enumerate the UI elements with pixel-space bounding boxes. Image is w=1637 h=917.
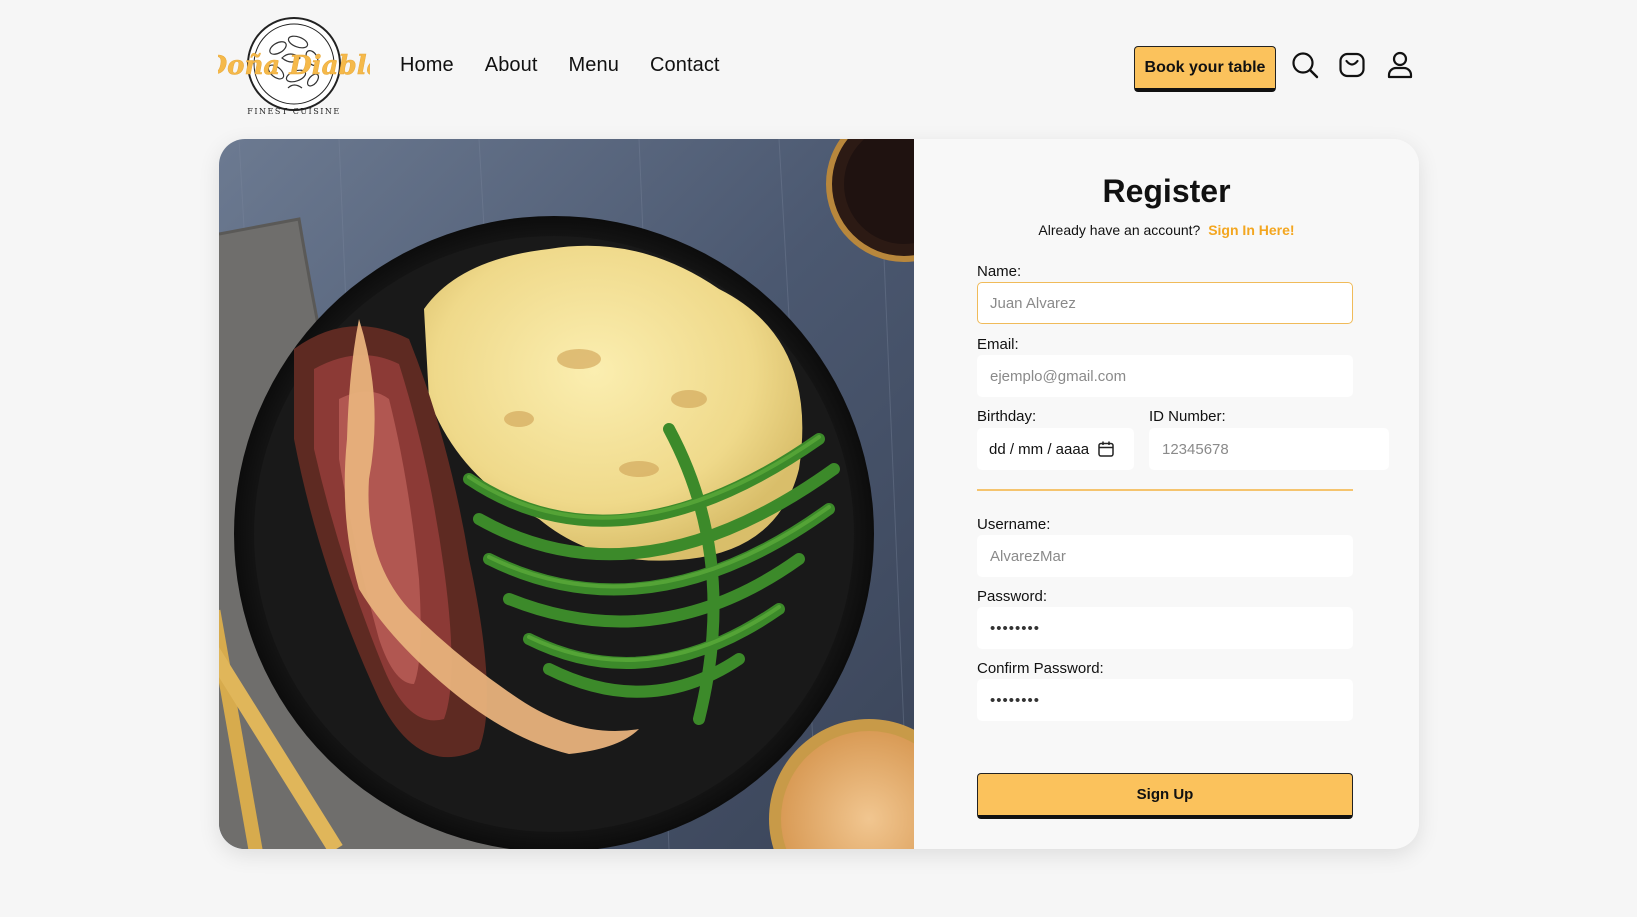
main-nav: Home About Menu Contact [400,54,751,77]
register-form: Register Already have an account? Sign I… [914,139,1419,849]
signin-link[interactable]: Sign In Here! [1208,222,1294,238]
username-label: Username: [977,516,1051,533]
email-input[interactable] [977,355,1353,397]
already-account-text: Already have an account? [1038,222,1201,238]
logo-wordmark: Doña Diabla [218,51,370,81]
password-input[interactable] [977,607,1353,649]
calendar-icon[interactable] [1097,440,1115,458]
nav-menu[interactable]: Menu [569,54,619,77]
nav-home[interactable]: Home [400,54,454,77]
id-number-input[interactable] [1149,428,1389,470]
id-number-label: ID Number: [1149,408,1226,425]
page-title: Register [1102,173,1231,209]
birthday-input[interactable]: dd / mm / aaaa [977,428,1134,470]
search-icon[interactable] [1290,50,1320,80]
nav-about[interactable]: About [485,54,538,77]
signup-button[interactable]: Sign Up [977,773,1353,819]
confirm-password-input[interactable] [977,679,1353,721]
confirm-password-label: Confirm Password: [977,660,1104,677]
user-icon[interactable] [1385,50,1415,80]
register-card: Register Already have an account? Sign I… [219,139,1419,849]
password-label: Password: [977,588,1048,605]
cart-icon[interactable] [1337,50,1367,80]
book-table-button[interactable]: Book your table [1134,46,1276,92]
nav-contact[interactable]: Contact [650,54,720,77]
birthday-value: dd / mm / aaaa [989,440,1090,458]
form-divider [977,489,1353,491]
food-plate-image [219,139,914,849]
signin-prompt: Already have an account? Sign In Here! [914,222,1419,238]
logo[interactable]: Doña Diabla FINEST CUISINE [218,14,370,118]
logo-tagline: FINEST CUISINE [247,107,340,116]
username-input[interactable] [977,535,1353,577]
birthday-label: Birthday: [977,408,1037,425]
email-label: Email: [977,336,1019,353]
name-input[interactable] [977,282,1353,324]
name-label: Name: [977,263,1022,280]
logo-emblem: Doña Diabla FINEST CUISINE [218,17,370,116]
